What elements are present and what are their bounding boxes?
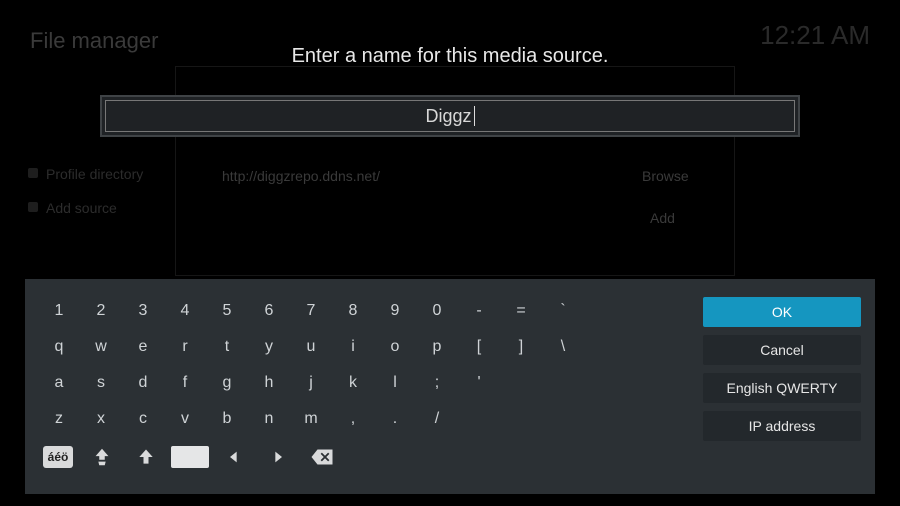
key-\[interactable]: \ — [543, 331, 583, 363]
key-8[interactable]: 8 — [333, 295, 373, 327]
key--[interactable]: - — [459, 295, 499, 327]
key-7[interactable]: 7 — [291, 295, 331, 327]
arrow-left-key[interactable] — [215, 443, 253, 471]
key-'[interactable]: ' — [459, 367, 499, 399]
key-x[interactable]: x — [81, 403, 121, 435]
key-b[interactable]: b — [207, 403, 247, 435]
key-j[interactable]: j — [291, 367, 331, 399]
input-value: Diggz — [425, 106, 471, 127]
key-5[interactable]: 5 — [207, 295, 247, 327]
space-key[interactable] — [171, 443, 209, 471]
sidebar-item-add-source: Add source — [46, 200, 117, 216]
key-m[interactable]: m — [291, 403, 331, 435]
key-a[interactable]: a — [39, 367, 79, 399]
key-r[interactable]: r — [165, 331, 205, 363]
key-i[interactable]: i — [333, 331, 373, 363]
source-name-input[interactable]: Diggz — [100, 95, 800, 137]
key-p[interactable]: p — [417, 331, 457, 363]
key-.[interactable]: . — [375, 403, 415, 435]
backspace-key[interactable] — [303, 443, 341, 471]
cancel-button[interactable]: Cancel — [703, 335, 861, 365]
key-s[interactable]: s — [81, 367, 121, 399]
key-/[interactable]: / — [417, 403, 457, 435]
ok-button[interactable]: OK — [703, 297, 861, 327]
key-t[interactable]: t — [207, 331, 247, 363]
key-u[interactable]: u — [291, 331, 331, 363]
key-;[interactable]: ; — [417, 367, 457, 399]
folder-icon — [28, 168, 38, 178]
text-cursor — [474, 106, 475, 126]
sidebar-item-profile: Profile directory — [46, 166, 143, 182]
key-[[interactable]: [ — [459, 331, 499, 363]
key-w[interactable]: w — [81, 331, 121, 363]
key-k[interactable]: k — [333, 367, 373, 399]
key-c[interactable]: c — [123, 403, 163, 435]
accent-key[interactable]: áéö — [39, 443, 77, 471]
key-6[interactable]: 6 — [249, 295, 289, 327]
key-h[interactable]: h — [249, 367, 289, 399]
key-=[interactable]: = — [501, 295, 541, 327]
key-3[interactable]: 3 — [123, 295, 163, 327]
arrow-right-key[interactable] — [259, 443, 297, 471]
key-e[interactable]: e — [123, 331, 163, 363]
key-z[interactable]: z — [39, 403, 79, 435]
key-2[interactable]: 2 — [81, 295, 121, 327]
layout-button[interactable]: English QWERTY — [703, 373, 861, 403]
key-4[interactable]: 4 — [165, 295, 205, 327]
key-o[interactable]: o — [375, 331, 415, 363]
key-v[interactable]: v — [165, 403, 205, 435]
caps-lock-key[interactable] — [83, 443, 121, 471]
folder-icon — [28, 202, 38, 212]
key-0[interactable]: 0 — [417, 295, 457, 327]
key-9[interactable]: 9 — [375, 295, 415, 327]
key-`[interactable]: ` — [543, 295, 583, 327]
add-button-bg: Add — [650, 210, 675, 226]
key-][interactable]: ] — [501, 331, 541, 363]
key-,[interactable]: , — [333, 403, 373, 435]
key-1[interactable]: 1 — [39, 295, 79, 327]
onscreen-keyboard: 1234567890-=` qwertyuiop[]\ asdfghjkl;' … — [25, 279, 875, 494]
key-q[interactable]: q — [39, 331, 79, 363]
source-url-text: http://diggzrepo.ddns.net/ — [222, 168, 380, 184]
key-d[interactable]: d — [123, 367, 163, 399]
shift-key[interactable] — [127, 443, 165, 471]
ip-address-button[interactable]: IP address — [703, 411, 861, 441]
browse-button-bg: Browse — [642, 168, 689, 184]
key-f[interactable]: f — [165, 367, 205, 399]
key-l[interactable]: l — [375, 367, 415, 399]
key-n[interactable]: n — [249, 403, 289, 435]
key-g[interactable]: g — [207, 367, 247, 399]
dialog-prompt: Enter a name for this media source. — [292, 45, 609, 67]
key-y[interactable]: y — [249, 331, 289, 363]
